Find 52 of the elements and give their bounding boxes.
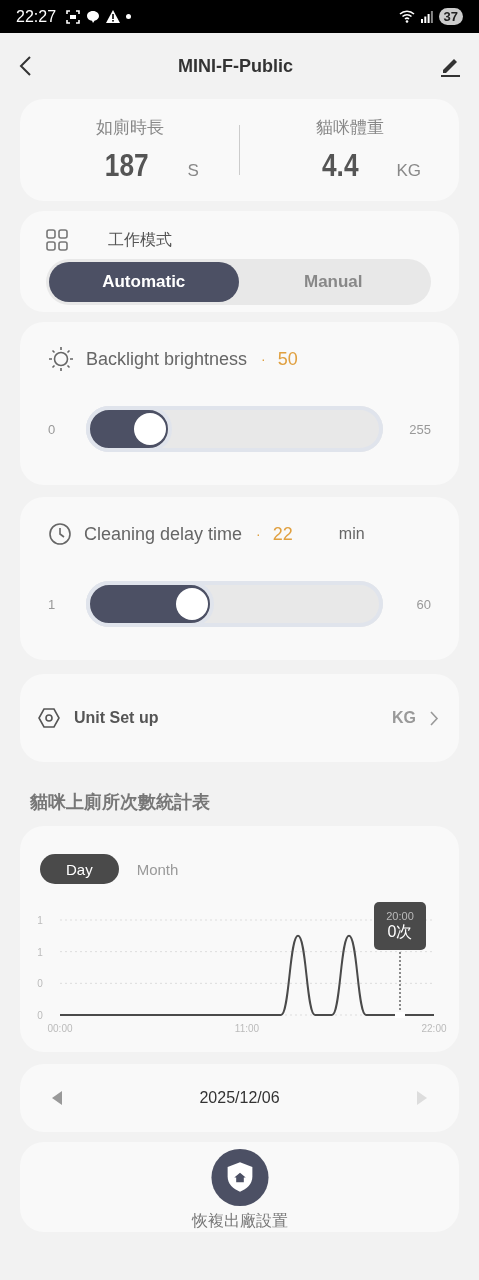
date-label: 2025/12/06 (199, 1089, 280, 1107)
x-tick-label: 22:00 (421, 1023, 447, 1034)
stat-value: 4.4 (321, 147, 359, 184)
stat-value: 187 (104, 147, 149, 184)
screenshot-icon (66, 9, 81, 24)
setting-label: Cleaning delay time (84, 523, 243, 545)
stat-label: 如廁時長 (95, 117, 164, 139)
grid-icon (46, 229, 68, 251)
previous-arrow-icon[interactable] (52, 1091, 62, 1105)
unit-setting-row[interactable]: Unit Set up KG (20, 674, 459, 762)
page-title: MINI-F-Public (178, 55, 293, 77)
setting-label: Backlight brightness (86, 348, 248, 370)
slider-min: 0 (48, 421, 57, 437)
slider-max: 255 (408, 421, 431, 437)
tooltip-count: 0次 (387, 921, 413, 942)
wifi-icon (398, 10, 415, 23)
stat-unit: S (187, 161, 199, 181)
mode-title: 工作模式 (108, 229, 172, 250)
period-tab[interactable]: Day (40, 854, 119, 884)
warning-icon (106, 10, 121, 23)
slider-max: 60 (415, 596, 431, 612)
clock-icon (48, 522, 72, 546)
y-tick-label: 1 (37, 915, 43, 926)
slider-min: 1 (48, 596, 57, 612)
chat-bubble-icon (86, 9, 101, 24)
status-time: 22:27 (16, 7, 57, 26)
shield-home-icon[interactable] (208, 1148, 271, 1207)
separator-dot: · (261, 351, 266, 367)
chevron-right-icon (430, 710, 439, 726)
setting-unit: min (338, 525, 365, 543)
x-tick-label: 11:00 (234, 1023, 260, 1034)
setting-value: 22 (272, 523, 293, 545)
battery-indicator: 37 (438, 8, 463, 25)
section-heading: 貓咪上廁所次數統計表 (30, 791, 211, 814)
tooltip-time: 20:00 (386, 909, 414, 922)
separator-dot: · (256, 526, 261, 542)
dot-icon (126, 14, 132, 19)
signal-icon (420, 10, 433, 23)
reset-label[interactable]: 恢複出廠設置 (191, 1211, 288, 1232)
hexagon-icon (38, 707, 60, 729)
setting-value: 50 (277, 348, 298, 370)
mode-option[interactable]: Automatic (49, 262, 239, 302)
unit-value: KG (392, 709, 416, 727)
unit-label: Unit Set up (74, 709, 160, 727)
tooltip-marker (395, 951, 405, 1018)
y-tick-label: 1 (37, 946, 43, 958)
stat-unit: KG (396, 161, 421, 181)
sun-icon (48, 346, 74, 372)
slider-track[interactable] (86, 406, 383, 452)
back-icon[interactable] (18, 55, 32, 77)
stat-label: 貓咪體重 (315, 117, 384, 139)
slider-track[interactable] (86, 581, 383, 627)
